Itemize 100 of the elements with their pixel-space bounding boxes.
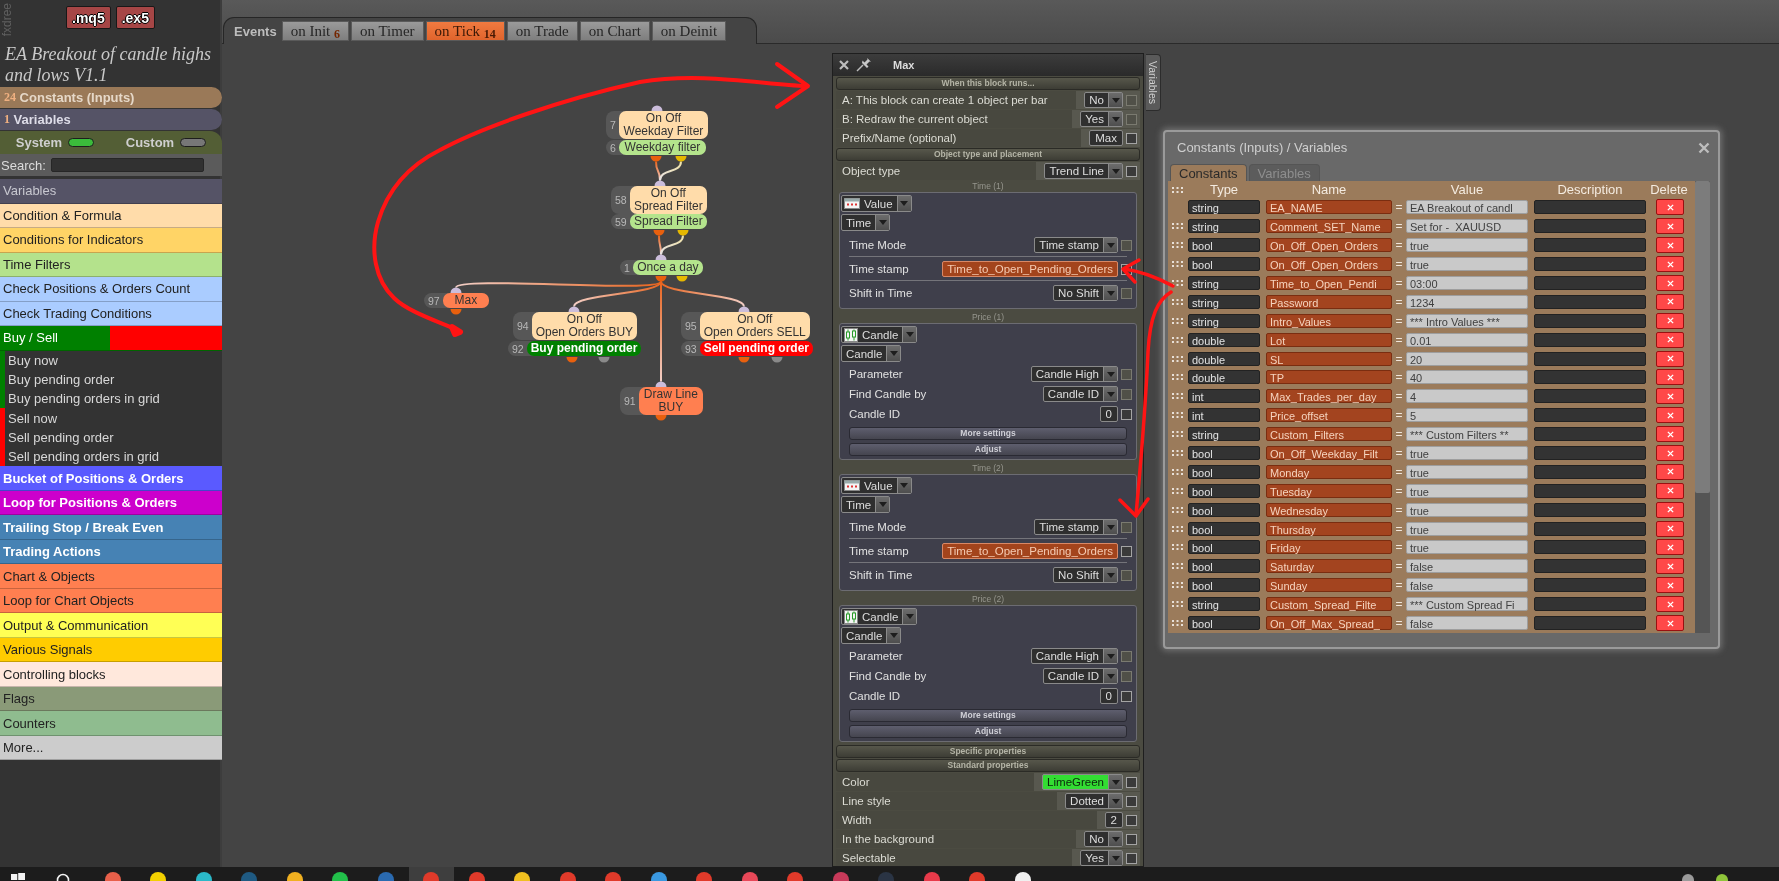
dropdown[interactable]: Yes xyxy=(1080,850,1123,866)
description-field[interactable] xyxy=(1534,276,1646,290)
value-field[interactable]: true xyxy=(1406,540,1528,555)
block-label[interactable]: Buy pending order xyxy=(526,341,642,356)
flow-block[interactable]: 93 Sell pending order xyxy=(681,341,814,356)
variables-button[interactable]: 1 Variables xyxy=(0,109,222,130)
delete-button[interactable] xyxy=(1656,501,1684,518)
category-item[interactable]: Condition & Formula xyxy=(0,203,222,228)
name-field[interactable]: Max_Trades_per_day xyxy=(1266,389,1392,404)
name-field[interactable]: SL xyxy=(1266,351,1392,366)
name-field[interactable]: On_Off_Max_Spread_ xyxy=(1266,616,1392,631)
name-field[interactable]: Custom_Spread_Filte xyxy=(1266,597,1392,612)
checkbox[interactable] xyxy=(1126,833,1137,845)
type-field[interactable]: double xyxy=(1188,332,1260,347)
settings-button[interactable]: More settings xyxy=(849,427,1127,440)
port-icon[interactable] xyxy=(568,306,580,312)
type-field[interactable]: bool xyxy=(1188,616,1260,631)
description-field[interactable] xyxy=(1534,427,1646,442)
type-field[interactable]: bool xyxy=(1188,238,1260,253)
value-field[interactable]: 03:00 xyxy=(1406,276,1528,290)
port-icon[interactable] xyxy=(655,415,667,421)
checkbox[interactable] xyxy=(1126,795,1137,807)
description-field[interactable] xyxy=(1534,313,1646,328)
value-field[interactable]: false xyxy=(1406,616,1528,631)
block-label[interactable]: Spread Filter xyxy=(629,214,707,229)
drag-handle-icon[interactable] xyxy=(1172,316,1183,325)
description-field[interactable] xyxy=(1534,219,1646,234)
port-icon[interactable] xyxy=(738,357,750,363)
type-field[interactable]: int xyxy=(1188,389,1260,404)
value-field[interactable]: true xyxy=(1406,521,1528,536)
settings-button[interactable]: More settings xyxy=(849,709,1127,722)
category-item[interactable]: Loop for Chart Objects xyxy=(0,588,222,614)
description-field[interactable] xyxy=(1534,408,1646,423)
category-item[interactable]: Variables xyxy=(0,179,222,204)
dropdown[interactable]: Time stamp xyxy=(1034,237,1118,253)
name-field[interactable]: Intro_Values xyxy=(1266,313,1392,328)
value-field[interactable]: *** Custom Filters ** xyxy=(1406,427,1528,442)
description-field[interactable] xyxy=(1534,578,1646,593)
delete-button[interactable] xyxy=(1656,312,1684,329)
category-item[interactable]: Bucket of Positions & Orders xyxy=(0,466,222,491)
variables-side-tab[interactable]: Variables xyxy=(1146,54,1161,111)
port-icon[interactable] xyxy=(676,276,688,282)
delete-button[interactable] xyxy=(1656,520,1684,537)
port-icon[interactable] xyxy=(655,381,667,387)
drag-handle-icon[interactable] xyxy=(1172,185,1183,194)
port-icon[interactable] xyxy=(738,306,750,312)
checkbox[interactable] xyxy=(1126,132,1137,144)
dropdown[interactable]: Candle xyxy=(841,326,918,343)
block-label[interactable]: On Off Open Orders SELL xyxy=(699,312,810,340)
name-field[interactable]: Friday xyxy=(1266,540,1392,555)
value-field[interactable]: 20 xyxy=(1406,351,1528,366)
type-field[interactable]: string xyxy=(1188,427,1260,442)
name-field[interactable]: On_Off_Weekday_Filt xyxy=(1266,446,1392,460)
library-toggle[interactable]: Custom xyxy=(121,135,211,150)
event-tab[interactable]: on Trade xyxy=(506,21,578,41)
drag-handle-icon[interactable] xyxy=(1172,241,1183,250)
description-field[interactable] xyxy=(1534,597,1646,612)
checkbox[interactable] xyxy=(1121,408,1132,420)
flow-block[interactable]: 1 Once a day xyxy=(620,260,703,275)
dropdown[interactable]: Candle ID xyxy=(1042,386,1118,402)
delete-button[interactable] xyxy=(1656,407,1684,424)
description-field[interactable] xyxy=(1534,257,1646,272)
block-list-item[interactable]: Buy pending orders in grid xyxy=(0,389,222,409)
delete-button[interactable] xyxy=(1656,237,1684,254)
dropdown[interactable]: Dotted xyxy=(1065,793,1123,809)
description-field[interactable] xyxy=(1534,332,1646,347)
delete-button[interactable] xyxy=(1656,615,1684,632)
flow-block[interactable]: 6 Weekday filter xyxy=(606,140,706,155)
value-field[interactable]: *** Custom Spread Fi xyxy=(1406,597,1528,612)
name-field[interactable]: EA_NAME xyxy=(1266,200,1392,215)
category-item[interactable]: Conditions for Indicators xyxy=(0,228,222,253)
drag-handle-icon[interactable] xyxy=(1172,392,1183,401)
delete-button[interactable] xyxy=(1656,218,1684,235)
checkbox[interactable] xyxy=(1121,690,1132,702)
value-field[interactable]: 5 xyxy=(1406,408,1528,423)
type-field[interactable]: string xyxy=(1188,313,1260,328)
dropdown[interactable]: Time xyxy=(841,496,891,513)
description-field[interactable] xyxy=(1534,446,1646,460)
name-field[interactable]: On_Off_Open_Orders xyxy=(1266,238,1392,253)
type-field[interactable]: double xyxy=(1188,351,1260,366)
value-field[interactable]: 0.01 xyxy=(1406,332,1528,347)
dropdown[interactable]: No xyxy=(1084,92,1123,108)
event-tab[interactable]: on Deinit xyxy=(651,21,727,41)
description-field[interactable] xyxy=(1534,521,1646,536)
checkbox[interactable] xyxy=(1121,545,1132,557)
port-icon[interactable] xyxy=(651,105,663,111)
name-field[interactable]: Comment_SET_Name xyxy=(1266,219,1392,234)
name-field[interactable]: On_Off_Open_Orders xyxy=(1266,257,1392,272)
event-tab[interactable]: on Chart xyxy=(579,21,650,41)
delete-button[interactable] xyxy=(1656,275,1684,291)
description-field[interactable] xyxy=(1534,351,1646,366)
description-field[interactable] xyxy=(1534,559,1646,574)
port-icon[interactable] xyxy=(675,156,687,162)
delete-button[interactable] xyxy=(1656,463,1684,480)
dropdown[interactable]: Candle High xyxy=(1030,648,1118,664)
description-field[interactable] xyxy=(1534,483,1646,498)
block-list-item[interactable]: Sell now xyxy=(0,408,222,428)
port-icon[interactable] xyxy=(654,180,666,186)
category-item[interactable]: Chart & Objects xyxy=(0,564,222,589)
value-field[interactable]: *** Intro Values *** xyxy=(1406,313,1528,328)
